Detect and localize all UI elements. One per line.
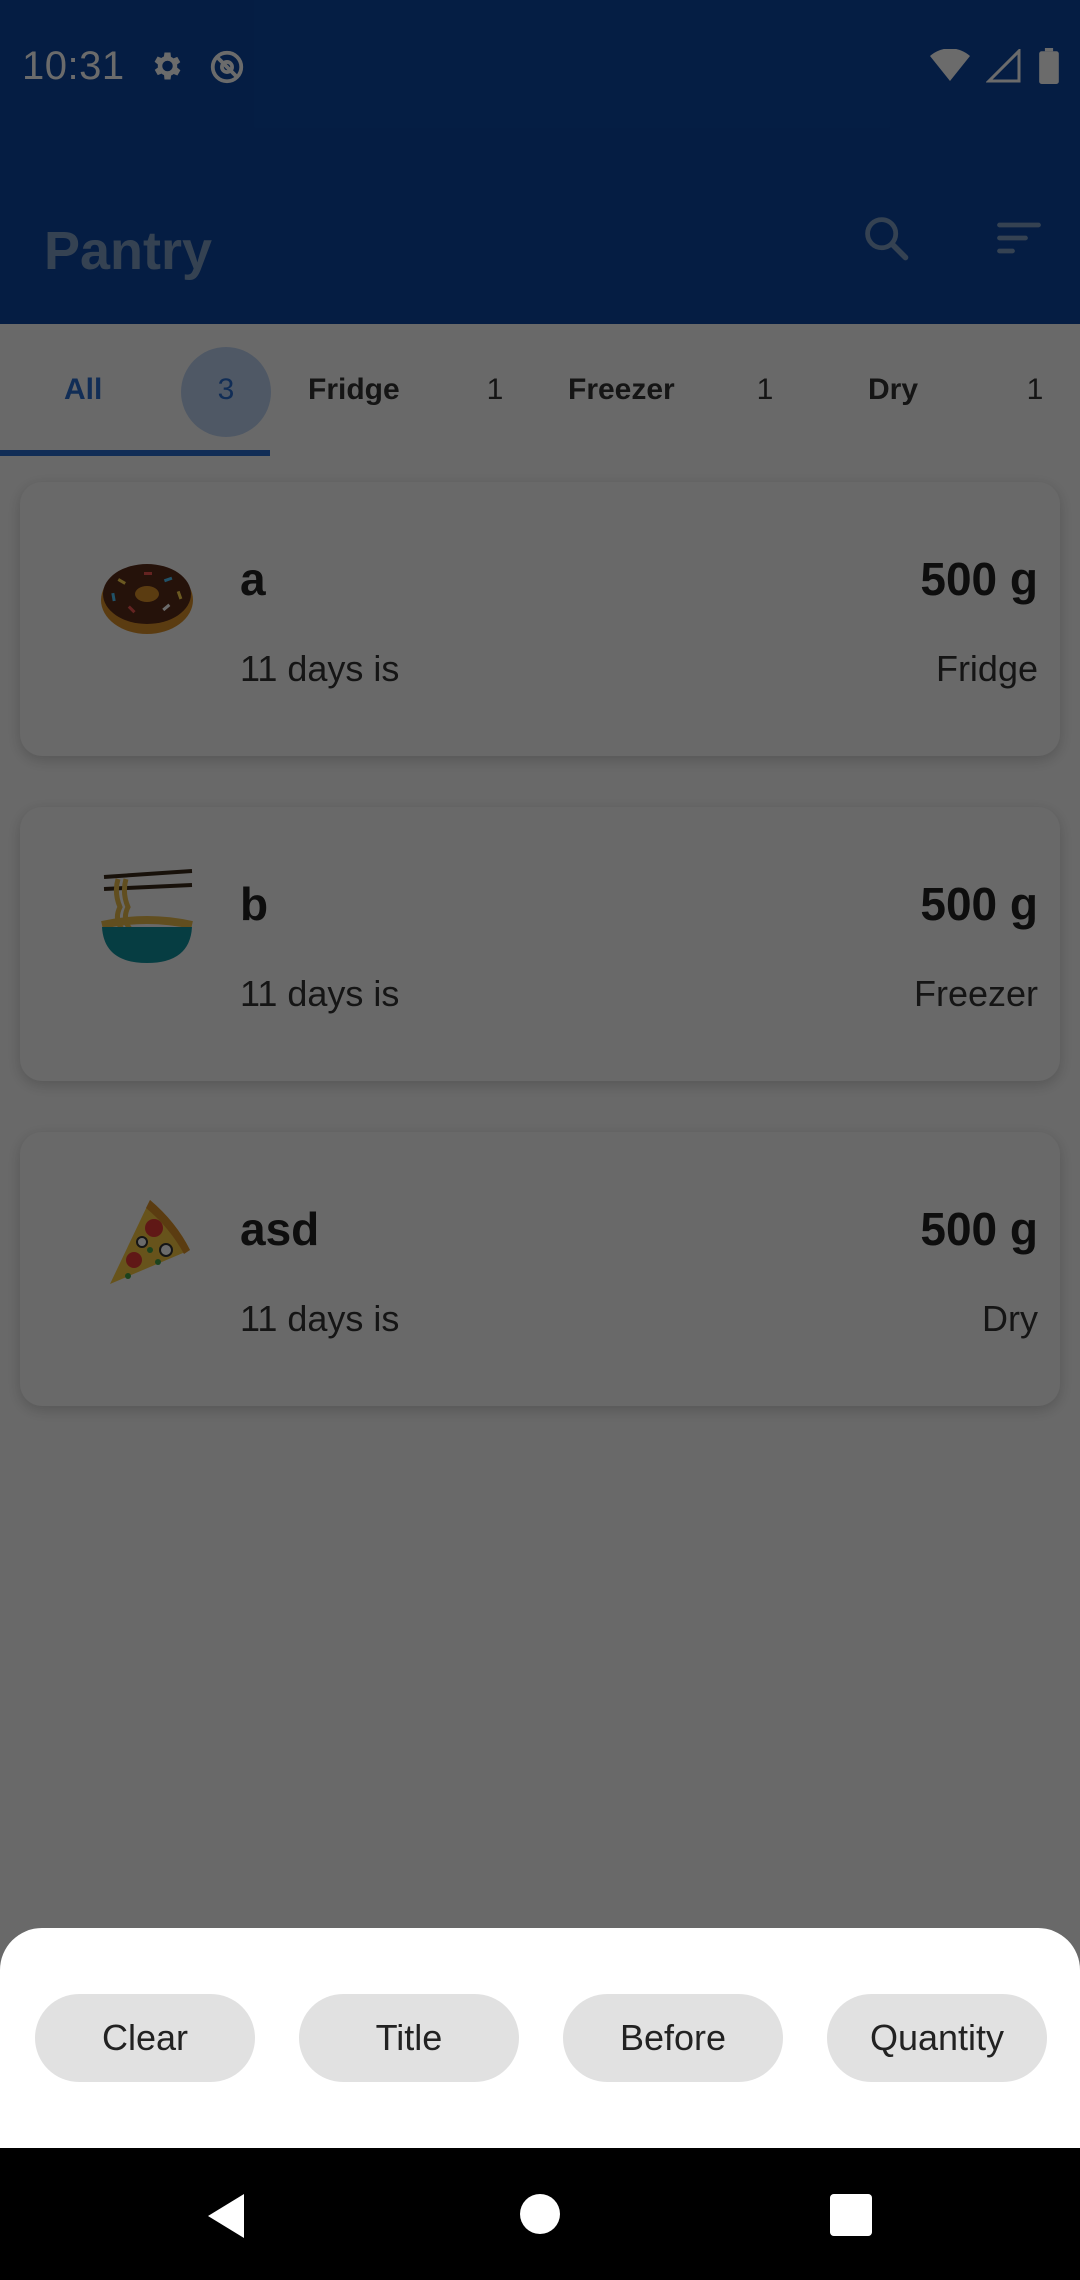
item-quantity: 500 g [920, 878, 1038, 930]
item-title: a [240, 553, 266, 605]
category-tabs: All 3 Fridge 1 Freezer 1 Dry 1 [0, 324, 1080, 456]
tab-all[interactable]: All [64, 324, 102, 456]
item-title: b [240, 878, 269, 930]
tab-indicator [0, 450, 270, 456]
search-icon[interactable] [860, 212, 912, 269]
app-bar: Pantry [0, 134, 1080, 324]
sort-icon[interactable] [992, 212, 1046, 269]
sort-title-chip[interactable]: Title [299, 1994, 519, 2082]
sort-bottom-sheet: Clear Title Before Quantity [0, 1928, 1080, 2148]
donut-icon [92, 538, 202, 648]
item-title: asd [240, 1203, 320, 1255]
back-icon[interactable] [204, 2192, 248, 2245]
item-expiry: 11 days is [240, 1298, 400, 1339]
noodles-icon [92, 863, 202, 973]
gear-icon [148, 48, 184, 91]
recents-icon[interactable] [830, 2194, 872, 2241]
tab-dry[interactable]: Dry [868, 324, 918, 456]
item-quantity: 500 g [920, 553, 1038, 605]
tab-fridge-count: 1 [486, 373, 504, 406]
tab-freezer-count: 1 [756, 373, 774, 406]
item-location: Dry [982, 1298, 1038, 1339]
item-card[interactable]: asd 11 days is 500 g Dry [20, 1132, 1060, 1406]
item-card[interactable]: a 11 days is 500 g Fridge [20, 482, 1060, 756]
status-time: 10:31 [22, 44, 125, 88]
system-nav-bar [0, 2148, 1080, 2280]
sort-quantity-chip[interactable]: Quantity [827, 1994, 1047, 2082]
pizza-icon [92, 1188, 202, 1298]
tab-dry-count: 1 [1026, 373, 1044, 406]
item-card[interactable]: b 11 days is 500 g Freezer [20, 807, 1060, 1081]
sort-clear-chip[interactable]: Clear [35, 1994, 255, 2082]
item-expiry: 11 days is [240, 648, 400, 689]
item-expiry: 11 days is [240, 973, 400, 1014]
tab-fridge[interactable]: Fridge [308, 324, 400, 456]
home-icon[interactable] [518, 2192, 562, 2241]
signal-icon [985, 47, 1022, 88]
tab-freezer[interactable]: Freezer [568, 324, 675, 456]
item-location: Fridge [935, 648, 1038, 689]
page-title: Pantry [44, 221, 213, 281]
battery-icon [1038, 48, 1060, 89]
item-location: Freezer [913, 973, 1038, 1014]
status-bar: 10:31 [0, 0, 1080, 134]
at-sign-icon [208, 48, 246, 91]
tab-all-count: 3 [217, 373, 235, 406]
sort-before-chip[interactable]: Before [563, 1994, 783, 2082]
wifi-icon [930, 48, 970, 88]
item-quantity: 500 g [920, 1203, 1038, 1255]
